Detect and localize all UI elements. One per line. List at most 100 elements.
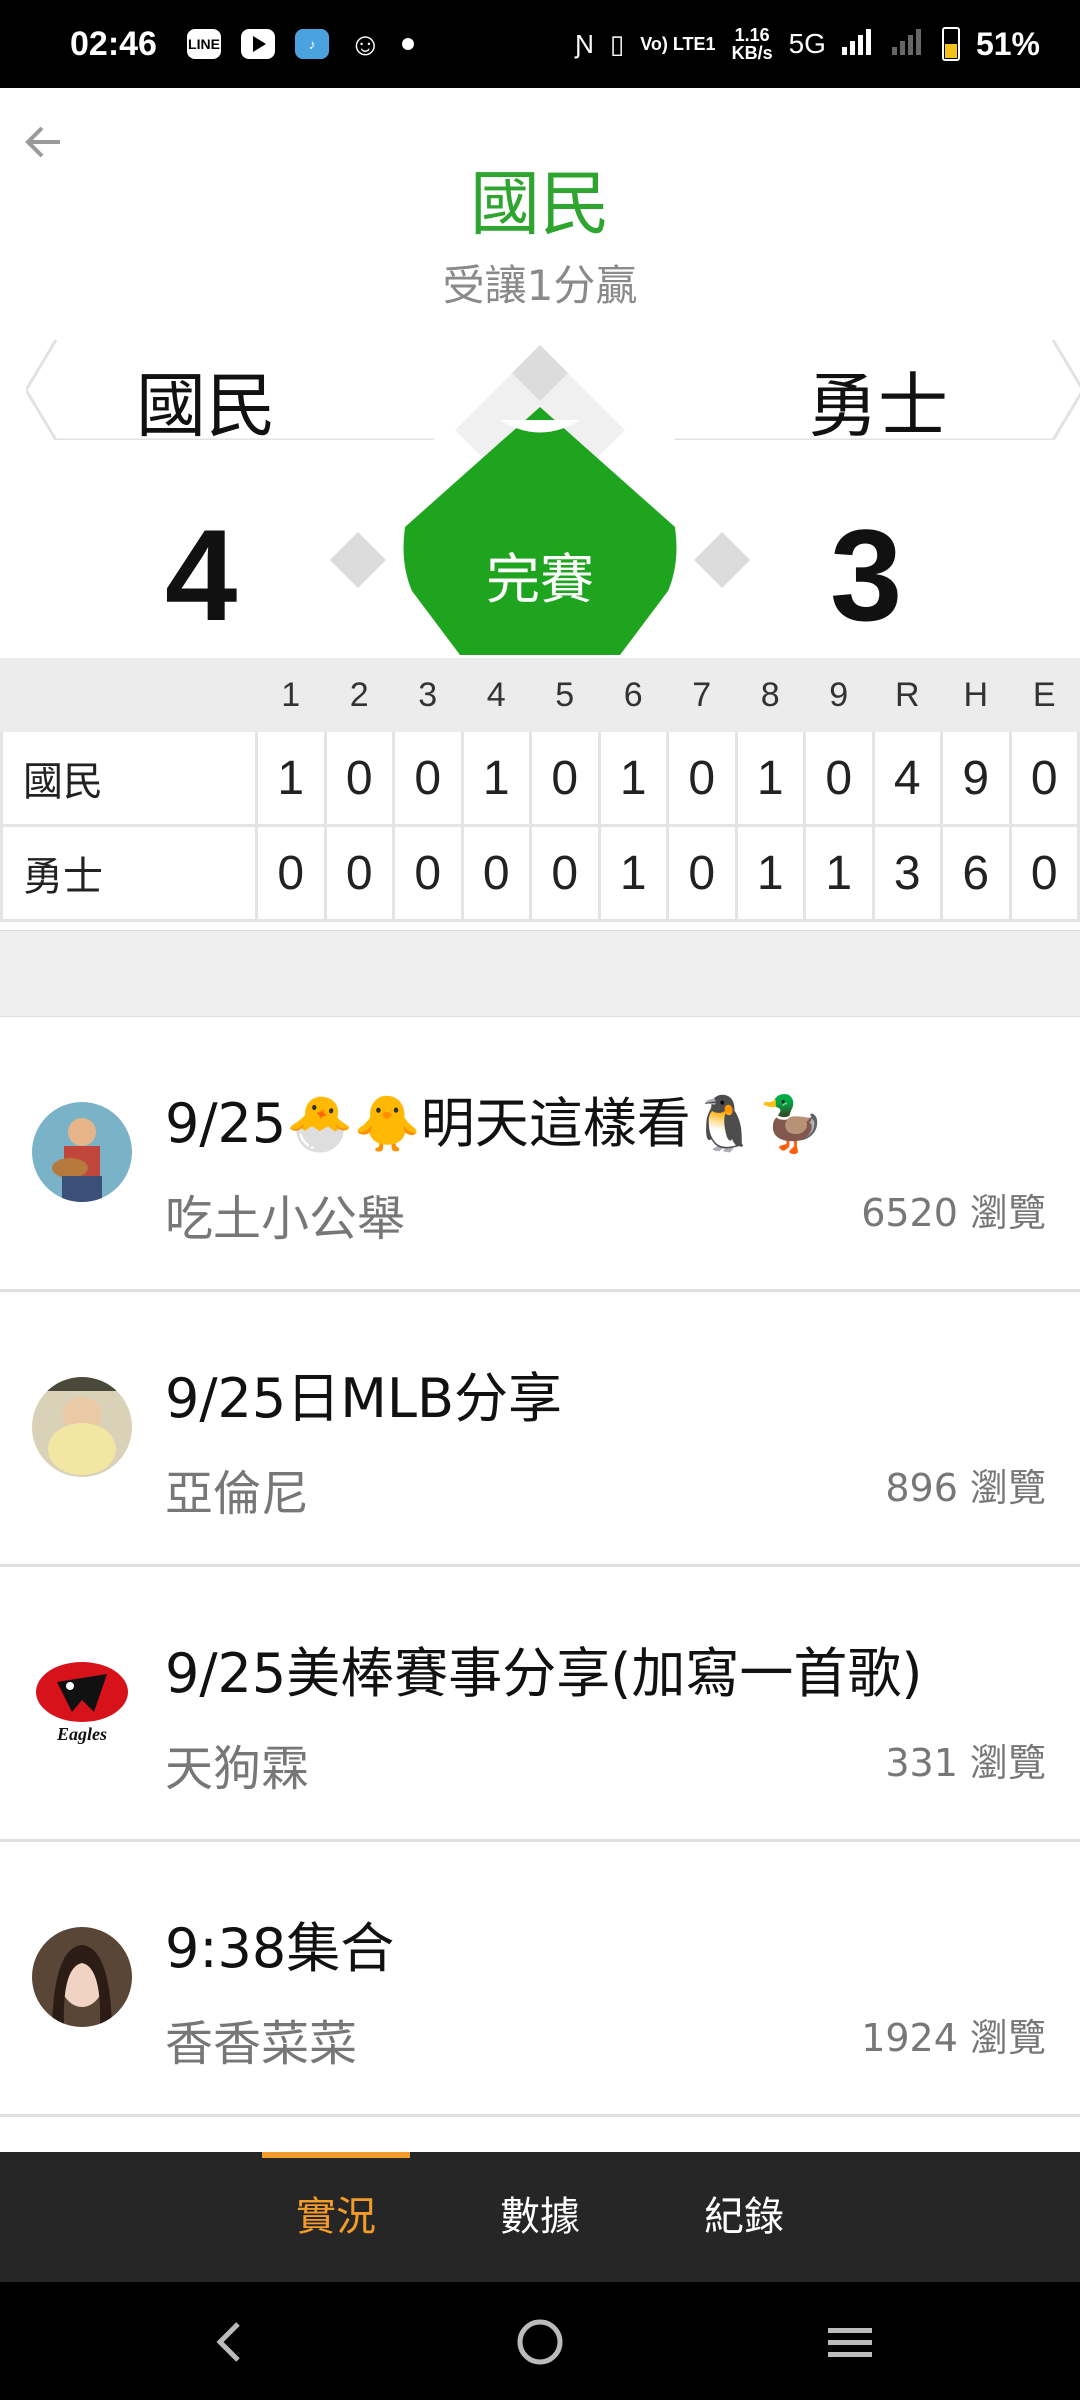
header-cell: 4 <box>460 658 532 732</box>
header-cell: 5 <box>529 658 601 732</box>
header-cell: 3 <box>392 658 464 732</box>
line-icon: LINE <box>186 29 221 59</box>
article-item[interactable]: 9:38集合 香香菜菜 1924 瀏覽 <box>0 1842 1080 2117</box>
linescore-cell: 6 <box>940 824 1012 922</box>
article-author: 香香菜菜 <box>165 2016 358 2072</box>
linescore-cell: 3 <box>871 824 943 922</box>
tab-records[interactable]: 紀錄 <box>670 2152 818 2282</box>
linescore-cell: 1 <box>734 824 806 922</box>
volte-indicator: Vo) LTE1 <box>640 34 716 54</box>
linescore-cell: 0 <box>1008 824 1080 922</box>
article-item[interactable]: 9/25🐣🐥明天這樣看🐧🦆 吃土小公舉 6520 瀏覽 <box>0 1017 1080 1292</box>
linescore-cell: 0 <box>1008 729 1080 827</box>
section-divider <box>0 930 1080 1017</box>
signal-2-icon <box>891 27 926 62</box>
network-speed: 1.16 KB/s <box>732 26 773 62</box>
linescore-cell: 4 <box>871 729 943 827</box>
woman-portrait-avatar <box>32 1927 132 2027</box>
linescore-cell: 0 <box>666 729 738 827</box>
linescore-cell: 9 <box>940 729 1012 827</box>
music-icon: ♪ <box>294 29 329 59</box>
linescore-cell: 1 <box>734 729 806 827</box>
home-nav-icon[interactable] <box>510 2312 570 2372</box>
article-title: 9/25美棒賽事分享(加寫一首歌) <box>165 1642 923 1705</box>
youtube-icon <box>240 29 275 59</box>
signal-icon <box>841 27 876 62</box>
smiley-icon: ☺ <box>348 25 382 62</box>
article-views: 6520 瀏覽 <box>861 1191 1046 1235</box>
network-speed-unit: KB/s <box>731 43 773 63</box>
linescore-table: 1 2 3 4 5 6 7 8 9 R H E 國民 1 0 0 1 0 1 0… <box>0 658 1080 922</box>
linescore-cell: 1 <box>460 729 532 827</box>
system-nav-bar <box>0 2282 1080 2400</box>
linescore-cell: 0 <box>392 824 464 922</box>
bottom-tab-bar: 實況 數據 紀錄 <box>0 2152 1080 2282</box>
battery-percent: 51% <box>975 25 1040 62</box>
linescore-cell: 0 <box>460 824 532 922</box>
linescore-team: 勇士 <box>0 824 258 922</box>
header-cell <box>0 658 258 732</box>
article-author: 天狗霖 <box>165 1741 310 1797</box>
article-list: 9/25🐣🐥明天這樣看🐧🦆 吃土小公舉 6520 瀏覽 9/25日MLB分享 亞… <box>0 1017 1080 2117</box>
away-team-name: 勇士 <box>808 365 948 447</box>
handicap-result: 受讓1分贏 <box>442 261 638 310</box>
recents-nav-icon[interactable] <box>820 2312 880 2372</box>
tab-live[interactable]: 實況 <box>262 2152 410 2282</box>
notification-dot-icon <box>401 38 414 50</box>
clock: 02:46 <box>70 24 157 63</box>
baby-avatar <box>32 1377 132 1477</box>
linescore-row-away: 勇士 0 0 0 0 0 1 0 1 1 3 6 0 <box>0 824 1080 922</box>
network-speed-value: 1.16 <box>734 25 770 45</box>
linescore-cell: 1 <box>597 824 669 922</box>
linescore-cell: 0 <box>323 824 395 922</box>
header-cell: 7 <box>666 658 738 732</box>
header-cell: 9 <box>803 658 875 732</box>
linescore-cell: 0 <box>529 729 601 827</box>
linescore-cell: 1 <box>803 824 875 922</box>
article-views: 1924 瀏覽 <box>861 2016 1046 2060</box>
eagles-logo-text: Eagles <box>56 1724 107 1744</box>
article-title: 9:38集合 <box>165 1917 395 1980</box>
article-item[interactable]: 9/25日MLB分享 亞倫尼 896 瀏覽 <box>0 1292 1080 1567</box>
article-views: 331 瀏覽 <box>885 1741 1046 1785</box>
game-status: 完賽 <box>486 548 594 611</box>
linescore-header: 1 2 3 4 5 6 7 8 9 R H E <box>0 658 1080 732</box>
eagles-logo-avatar: Eagles <box>32 1652 132 1752</box>
winner-team: 國民 <box>470 163 610 245</box>
away-score: 3 <box>830 502 903 648</box>
home-team-name: 國民 <box>136 365 276 447</box>
header-cell: 1 <box>255 658 327 732</box>
linescore-team: 國民 <box>0 729 258 827</box>
article-author: 亞倫尼 <box>165 1466 310 1522</box>
vibrate-icon: ▯ <box>609 28 625 59</box>
battery-icon <box>941 27 960 61</box>
linescore-cell: 1 <box>597 729 669 827</box>
article-title: 9/25🐣🐥明天這樣看🐧🦆 <box>165 1092 826 1155</box>
back-nav-icon[interactable] <box>200 2312 260 2372</box>
linescore-cell: 0 <box>392 729 464 827</box>
network-type: 5G <box>788 28 826 59</box>
status-bar: 02:46 LINE ♪ ☺ Ɲ ▯ Vo) LTE1 1.16 KB/s 5G… <box>0 0 1080 88</box>
linescore-cell: 0 <box>255 824 327 922</box>
header-cell: 8 <box>734 658 806 732</box>
nfc-icon: Ɲ <box>575 28 594 59</box>
home-score: 4 <box>165 502 238 648</box>
linescore-row-home: 國民 1 0 0 1 0 1 0 1 0 4 9 0 <box>0 729 1080 827</box>
guitar-player-avatar <box>32 1102 132 1202</box>
article-title: 9/25日MLB分享 <box>165 1367 562 1430</box>
article-item[interactable]: Eagles 9/25美棒賽事分享(加寫一首歌) 天狗霖 331 瀏覽 <box>0 1567 1080 1842</box>
tab-stats[interactable]: 數據 <box>466 2152 614 2282</box>
linescore-cell: 0 <box>666 824 738 922</box>
linescore-cell: 1 <box>255 729 327 827</box>
header-cell: E <box>1008 658 1080 732</box>
linescore-cell: 0 <box>323 729 395 827</box>
linescore-cell: 0 <box>803 729 875 827</box>
article-author: 吃土小公舉 <box>165 1191 406 1247</box>
header-cell: 2 <box>323 658 395 732</box>
article-views: 896 瀏覽 <box>885 1466 1046 1510</box>
header-cell: 6 <box>597 658 669 732</box>
header-cell: H <box>940 658 1012 732</box>
header-cell: R <box>871 658 943 732</box>
linescore-cell: 0 <box>529 824 601 922</box>
battery-fill <box>944 44 957 58</box>
